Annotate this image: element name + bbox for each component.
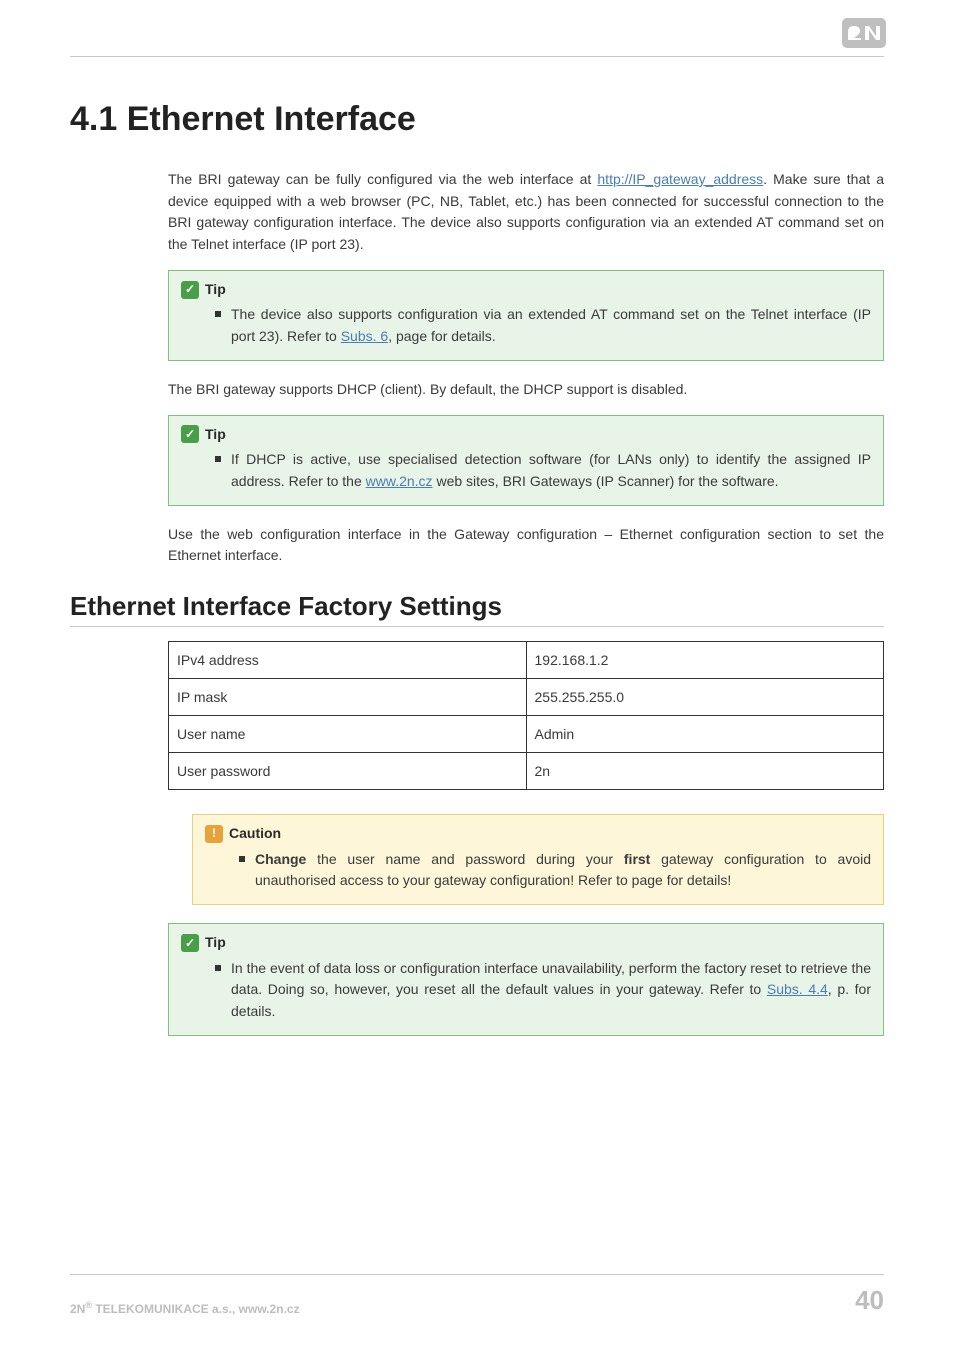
callout-label: Caution (229, 823, 281, 845)
brand-logo (842, 18, 886, 48)
2n-website-link[interactable]: www.2n.cz (366, 473, 433, 489)
setting-value: 192.168.1.2 (526, 641, 884, 678)
check-icon: ✓ (181, 281, 199, 299)
factory-settings-table: IPv4 address 192.168.1.2 IP mask 255.255… (168, 641, 884, 790)
callout-header: ✓ Tip (181, 424, 871, 446)
setting-value: 2n (526, 752, 884, 789)
text: , page for details. (388, 328, 495, 344)
intro-paragraph: The BRI gateway can be fully configured … (168, 169, 884, 256)
setting-key: IPv4 address (169, 641, 527, 678)
content-area: 4.1 Ethernet Interface The BRI gateway c… (70, 100, 884, 1054)
table-row: User password 2n (169, 752, 884, 789)
page-number: 40 (855, 1285, 884, 1316)
table-row: User name Admin (169, 715, 884, 752)
tip-callout-1: ✓ Tip The device also supports configura… (168, 270, 884, 361)
text: The BRI gateway can be fully configured … (168, 171, 597, 187)
setting-value: Admin (526, 715, 884, 752)
caution-callout: ! Caution Change the user name and passw… (192, 814, 884, 905)
tip-callout-2: ✓ Tip If DHCP is active, use specialised… (168, 415, 884, 506)
text: the user name and password during your (306, 851, 624, 867)
page: 4.1 Ethernet Interface The BRI gateway c… (0, 0, 954, 1350)
dhcp-paragraph: The BRI gateway supports DHCP (client). … (168, 379, 884, 401)
footer-company: 2N® TELEKOMUNIKACE a.s., www.2n.cz (70, 1300, 300, 1316)
setting-key: IP mask (169, 678, 527, 715)
web-config-paragraph: Use the web configuration interface in t… (168, 524, 884, 567)
tip-item: In the event of data loss or configurati… (215, 958, 871, 1023)
tip-callout-3: ✓ Tip In the event of data loss or confi… (168, 923, 884, 1036)
callout-header: ✓ Tip (181, 932, 871, 954)
text-strong: Change (255, 851, 306, 867)
setting-key: User password (169, 752, 527, 789)
callout-header: ✓ Tip (181, 279, 871, 301)
text: web sites, BRI Gateways (IP Scanner) for… (433, 473, 779, 489)
callout-header: ! Caution (205, 823, 871, 845)
subs-6-link[interactable]: Subs. 6 (341, 328, 388, 344)
gateway-url-link[interactable]: http://IP_gateway_address (597, 171, 763, 187)
setting-key: User name (169, 715, 527, 752)
subsection-title: Ethernet Interface Factory Settings (70, 591, 884, 627)
warning-icon: ! (205, 825, 223, 843)
table-row: IPv4 address 192.168.1.2 (169, 641, 884, 678)
table-row: IP mask 255.255.255.0 (169, 678, 884, 715)
subs-4-4-link[interactable]: Subs. 4.4 (767, 981, 828, 997)
tip-item: If DHCP is active, use specialised detec… (215, 449, 871, 492)
page-footer: 2N® TELEKOMUNIKACE a.s., www.2n.cz 40 (70, 1274, 884, 1316)
registered-mark: ® (85, 1300, 92, 1310)
callout-label: Tip (205, 279, 226, 301)
caution-item: Change the user name and password during… (239, 849, 871, 892)
text: 2N (70, 1302, 85, 1316)
page-title: 4.1 Ethernet Interface (70, 100, 884, 139)
text-strong: first (624, 851, 650, 867)
text: TELEKOMUNIKACE a.s., www.2n.cz (92, 1302, 300, 1316)
header-divider (70, 56, 884, 57)
callout-label: Tip (205, 932, 226, 954)
check-icon: ✓ (181, 934, 199, 952)
callout-label: Tip (205, 424, 226, 446)
text: The device also supports configuration v… (231, 306, 871, 344)
check-icon: ✓ (181, 425, 199, 443)
setting-value: 255.255.255.0 (526, 678, 884, 715)
tip-item: The device also supports configuration v… (215, 304, 871, 347)
